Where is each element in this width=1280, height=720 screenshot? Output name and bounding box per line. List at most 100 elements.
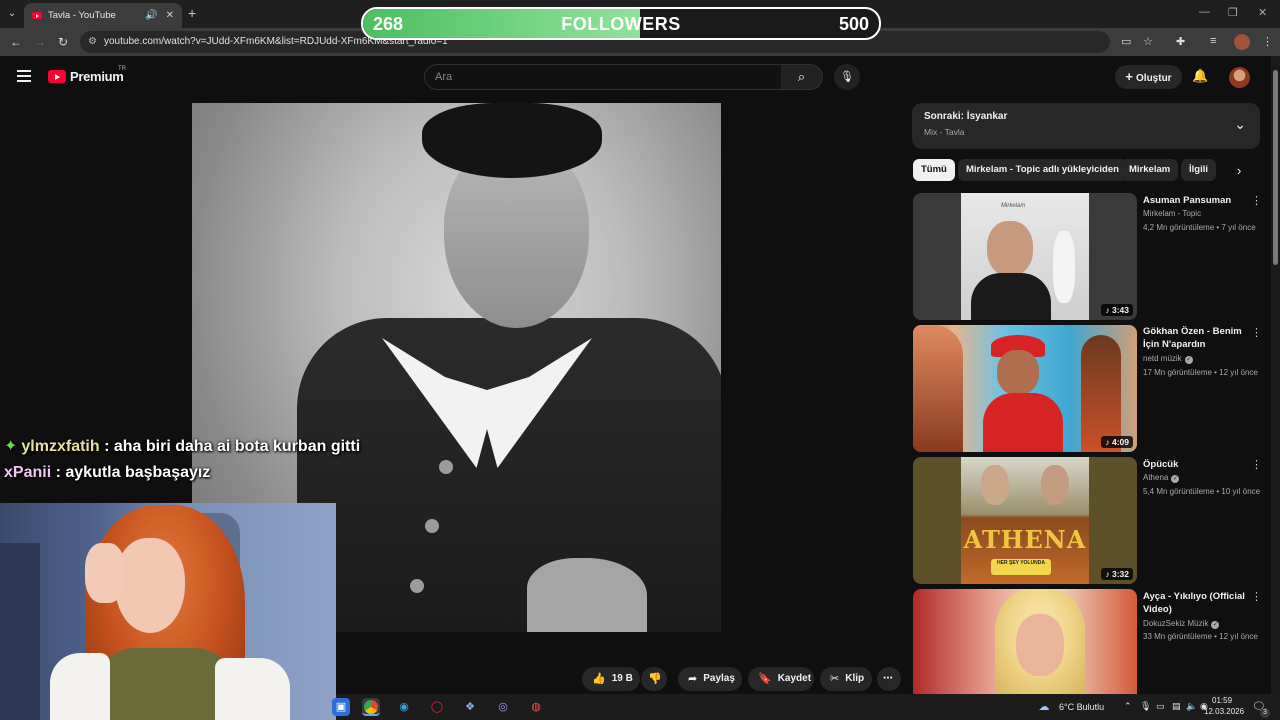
edge-icon[interactable]: ◉ bbox=[395, 698, 413, 716]
media-controls-icon[interactable]: ≡ bbox=[1210, 35, 1216, 47]
mix-playlist-header[interactable]: Sonraki: İsyankar Mix - Tavla ⌄ bbox=[912, 103, 1260, 149]
tray-chevron-icon[interactable]: ⌃ bbox=[1124, 701, 1132, 712]
minimize-button[interactable]: — bbox=[1199, 6, 1210, 18]
browser-profile-avatar[interactable] bbox=[1234, 34, 1250, 50]
duration-badge: ♪ 4:09 bbox=[1101, 436, 1133, 448]
video-thumbnail[interactable]: ♪ 4:09 bbox=[913, 325, 1137, 452]
thumb-red-jacket bbox=[983, 393, 1063, 452]
more-vertical-icon[interactable]: ⋮ bbox=[1251, 194, 1262, 207]
forward-icon[interactable]: → bbox=[34, 35, 46, 49]
chrome-icon[interactable] bbox=[362, 698, 380, 716]
youtube-logo[interactable]: Premium TR bbox=[48, 66, 126, 84]
weather-text[interactable]: 6°C Bulutlu bbox=[1059, 702, 1104, 712]
twitch-app-icon[interactable]: ◎ bbox=[494, 698, 512, 716]
close-window-button[interactable]: ✕ bbox=[1258, 6, 1267, 19]
followers-label: FOLLOWERS bbox=[561, 14, 681, 34]
video-title[interactable]: Gökhan Özen - Benim İçin N'apardın bbox=[1143, 325, 1259, 351]
chip-all[interactable]: Tümü bbox=[913, 159, 955, 181]
channel-name[interactable]: Athena ✓ bbox=[1143, 473, 1180, 483]
verified-check-icon: ✓ bbox=[1171, 475, 1180, 483]
logo-text: Premium bbox=[70, 69, 124, 84]
tab-search-icon[interactable]: ⌄ bbox=[4, 6, 20, 22]
site-info-icon[interactable]: ⚙ bbox=[88, 31, 97, 53]
video-title[interactable]: Ayça - Yıkılıyo (Official Video) bbox=[1143, 590, 1259, 616]
channel-name-text: Athena bbox=[1143, 473, 1169, 482]
copilot-icon[interactable]: ❖ bbox=[461, 698, 479, 716]
channel-name[interactable]: DokuzSekiz Müzik ✓ bbox=[1143, 619, 1220, 629]
microphone-icon: 🎙 bbox=[840, 71, 854, 83]
browser-menu-icon[interactable]: ⋮ bbox=[1262, 35, 1273, 48]
more-vertical-icon[interactable]: ⋮ bbox=[1251, 590, 1262, 603]
opera-icon[interactable]: ◯ bbox=[428, 698, 446, 716]
video-thumbnail[interactable] bbox=[913, 589, 1137, 694]
network-tray-icon[interactable]: ▤ bbox=[1172, 701, 1181, 712]
battery-tray-icon[interactable]: ▭ bbox=[1156, 701, 1165, 712]
video-meta: 5,4 Mn görüntüleme • 10 yıl önce bbox=[1143, 487, 1261, 496]
chat-message: xPanii : aykutla başbaşayız bbox=[4, 464, 210, 482]
scrollbar-thumb[interactable] bbox=[1273, 70, 1278, 265]
file-explorer-icon[interactable]: ▣ bbox=[332, 698, 350, 716]
speaker-icon[interactable]: 🔊 bbox=[145, 10, 157, 21]
chip-mirkelam[interactable]: Mirkelam bbox=[1121, 159, 1179, 181]
plus-icon: + bbox=[1125, 69, 1134, 84]
chat-text: : aha biri daha ai bota kurban gitti bbox=[104, 438, 361, 455]
more-vertical-icon[interactable]: ⋮ bbox=[1251, 326, 1262, 339]
music-note-icon: ♪ bbox=[1105, 437, 1110, 447]
recording-app-icon[interactable]: ◍ bbox=[527, 698, 545, 716]
chip-from-uploader[interactable]: Mirkelam - Topic adlı yükleyiciden bbox=[958, 159, 1127, 181]
tab-close-icon[interactable]: ✕ bbox=[166, 10, 174, 21]
voice-search-button[interactable]: 🎙 bbox=[834, 64, 860, 90]
channel-name[interactable]: Mirkelam - Topic bbox=[1143, 209, 1201, 218]
more-vertical-icon[interactable]: ⋮ bbox=[1251, 458, 1262, 471]
more-actions-button[interactable]: ⋯ bbox=[877, 667, 901, 691]
thumb-dancer-left bbox=[913, 325, 963, 452]
channel-name[interactable]: netd müzik ✓ bbox=[1143, 354, 1193, 364]
tab-title: Tavla - YouTube bbox=[48, 10, 116, 21]
search-input[interactable]: Ara bbox=[424, 64, 782, 90]
chat-message: ✦ ylmzxfatih : aha biri daha ai bota kurb… bbox=[4, 436, 360, 456]
create-button[interactable]: + Oluştur bbox=[1115, 65, 1182, 89]
video-thumbnail[interactable]: Mirkelam ♪ 3:43 bbox=[913, 193, 1137, 320]
notification-count: 3 bbox=[1260, 708, 1270, 718]
browser-tab-active[interactable]: Tavla - YouTube 🔊 ✕ bbox=[24, 3, 182, 28]
cast-icon[interactable]: ▭ bbox=[1121, 35, 1131, 48]
followers-goal-bar: 268 FOLLOWERS 500 bbox=[361, 7, 881, 40]
clip-button[interactable]: ✂ Klip bbox=[820, 667, 872, 691]
chip-related[interactable]: İlgili bbox=[1181, 159, 1216, 181]
notifications-bell-icon[interactable]: 🔔 bbox=[1192, 68, 1208, 84]
webcam-jacket-right bbox=[215, 658, 290, 720]
video-frame-button bbox=[425, 519, 439, 533]
video-title[interactable]: Öpücük bbox=[1143, 458, 1259, 471]
video-title[interactable]: Asuman Pansuman bbox=[1143, 194, 1259, 207]
page-scrollbar[interactable] bbox=[1271, 56, 1280, 696]
clock-date[interactable]: 12.03.2026 bbox=[1204, 707, 1244, 716]
back-icon[interactable]: ← bbox=[10, 35, 22, 49]
create-label: Oluştur bbox=[1136, 73, 1172, 84]
like-button[interactable]: 👍 19 B bbox=[582, 667, 640, 691]
search-button[interactable]: ⌕ bbox=[781, 64, 823, 90]
dislike-button[interactable]: 👎 bbox=[641, 667, 667, 691]
athena-logo-text: ATHENA bbox=[963, 525, 1087, 554]
video-frame-hand bbox=[527, 558, 647, 632]
clock-time[interactable]: 01:59 bbox=[1212, 696, 1232, 705]
save-button[interactable]: 🔖 Kaydet bbox=[748, 667, 814, 691]
chevron-right-icon[interactable]: › bbox=[1237, 163, 1241, 178]
menu-icon[interactable] bbox=[17, 70, 31, 82]
video-meta: 17 Mn görüntüleme • 12 yıl önce bbox=[1143, 368, 1258, 377]
microphone-tray-icon[interactable]: 🎙 bbox=[1140, 701, 1151, 712]
chevron-down-icon[interactable]: ⌄ bbox=[1234, 116, 1246, 133]
share-button[interactable]: ➦ Paylaş bbox=[678, 667, 742, 691]
volume-tray-icon[interactable]: 🔈 bbox=[1186, 701, 1197, 712]
logo-region: TR bbox=[118, 66, 126, 72]
extensions-icon[interactable]: ✚ bbox=[1176, 35, 1185, 48]
account-avatar[interactable] bbox=[1229, 67, 1250, 88]
video-frame-coat bbox=[297, 318, 721, 632]
bookmark-star-icon[interactable]: ☆ bbox=[1143, 35, 1153, 48]
maximize-button[interactable]: ❐ bbox=[1228, 6, 1238, 19]
album-seagull bbox=[1053, 231, 1075, 303]
windows-taskbar: ▣ ◉ ◯ ❖ ◎ ◍ ☁ 6°C Bulutlu ⌃ 🎙 ▭ ▤ 🔈 ◉ 01… bbox=[332, 694, 1280, 720]
reload-icon[interactable]: ↻ bbox=[58, 35, 68, 49]
thumbs-up-icon: 👍 bbox=[592, 673, 606, 685]
video-thumbnail[interactable]: ATHENA HER ŞEY YOLUNDA ♪ 3:32 bbox=[913, 457, 1137, 584]
new-tab-button[interactable]: + bbox=[188, 5, 196, 21]
